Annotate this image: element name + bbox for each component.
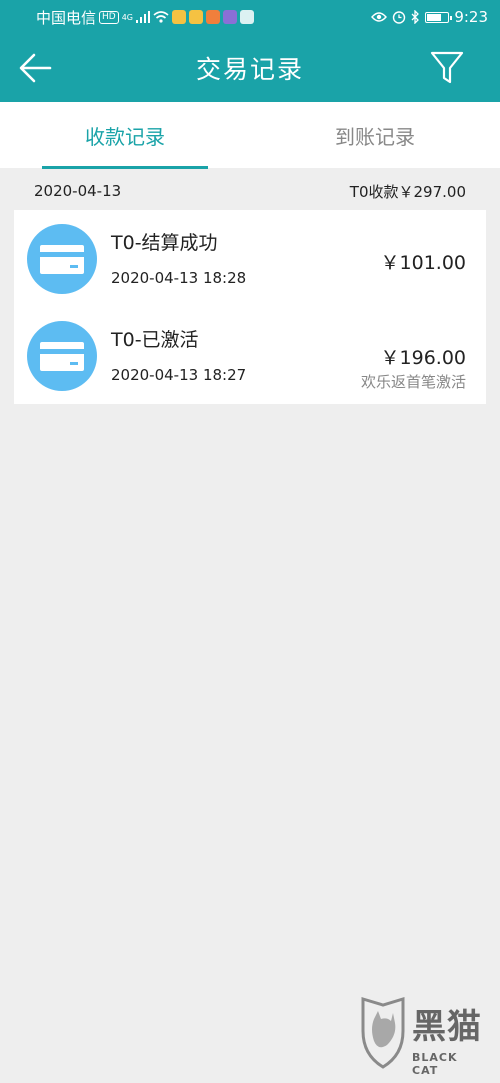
music-app-icon <box>223 10 238 24</box>
transaction-amount: ￥196.00 <box>380 347 466 369</box>
record-tabs: 收款记录 到账记录 <box>0 102 500 169</box>
robot-app-icon <box>240 10 255 24</box>
app-notification-icon <box>172 10 187 24</box>
app-notification-icon <box>189 10 204 24</box>
carrier-label: 中国电信 <box>36 8 97 27</box>
bluetooth-icon <box>411 10 420 24</box>
status-bar: 中国电信 HD 4G 9:23 <box>0 0 500 34</box>
tab-settlement-records[interactable]: 到账记录 <box>250 102 500 168</box>
transaction-item[interactable]: T0-已激活 2020-04-13 18:27 ￥196.00 欢乐返首笔激活 <box>14 307 486 404</box>
tab-collection-records[interactable]: 收款记录 <box>0 102 250 169</box>
hd-badge: HD <box>99 10 119 24</box>
transaction-time: 2020-04-13 18:28 <box>111 269 247 287</box>
card-icon <box>27 321 97 391</box>
wifi-icon <box>153 11 169 23</box>
battery-icon <box>425 11 453 23</box>
app-header: 交易记录 <box>0 34 500 102</box>
transaction-amount: ￥101.00 <box>380 252 466 274</box>
transaction-item[interactable]: T0-结算成功 2020-04-13 18:28 ￥101.00 <box>14 210 486 307</box>
black-cat-watermark: 黑猫 BLACK CAT <box>360 995 488 1077</box>
network-label: 4G <box>121 12 134 22</box>
play-app-icon <box>206 10 221 24</box>
alarm-icon <box>393 11 406 24</box>
cat-shield-icon <box>361 996 405 1069</box>
date-group-header: 2020-04-13 T0收款￥297.00 <box>14 174 486 208</box>
filter-icon[interactable] <box>430 50 464 86</box>
watermark-subtext: BLACK CAT <box>412 1051 458 1077</box>
transaction-time: 2020-04-13 18:27 <box>111 366 247 384</box>
transaction-note: 欢乐返首笔激活 <box>360 373 466 391</box>
signal-icon <box>136 11 151 23</box>
status-left: 中国电信 HD 4G <box>36 7 255 28</box>
transaction-title: T0-已激活 <box>111 329 199 351</box>
watermark-text: 黑猫 <box>412 1007 482 1047</box>
card-icon <box>27 224 97 294</box>
transaction-title: T0-结算成功 <box>111 232 218 254</box>
eye-icon <box>371 12 388 22</box>
status-right: 9:23 <box>371 8 488 26</box>
group-summary: T0收款￥297.00 <box>349 182 466 201</box>
page-title: 交易记录 <box>195 55 304 84</box>
transaction-list: T0-结算成功 2020-04-13 18:28 ￥101.00 T0-已激活 … <box>14 210 486 404</box>
clock-label: 9:23 <box>454 8 488 26</box>
arrow-left-icon[interactable] <box>16 48 56 88</box>
group-date: 2020-04-13 <box>34 182 122 200</box>
